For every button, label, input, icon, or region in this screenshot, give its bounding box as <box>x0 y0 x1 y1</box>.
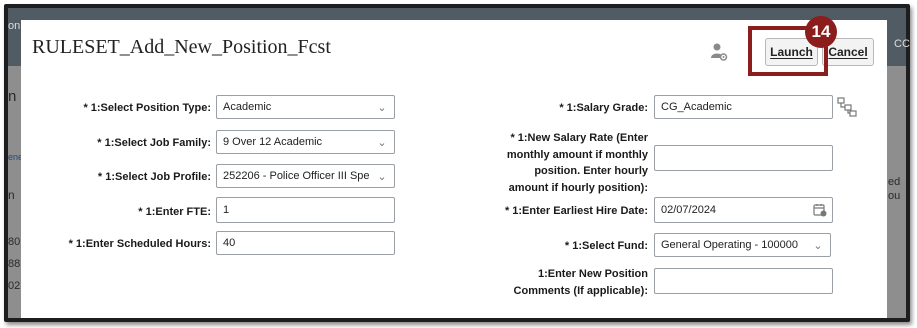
new-salary-rate-label-line: amount if hourly position): <box>508 181 648 194</box>
position-type-value: Academic <box>223 101 272 113</box>
position-comments-label-line: 1:Enter New Position <box>537 268 648 280</box>
position-type-label: * 1:Select Position Type: <box>83 102 211 114</box>
chevron-down-icon[interactable]: ⌄ <box>370 136 394 149</box>
earliest-hire-date-label: * 1:Enter Earliest Hire Date: <box>504 205 648 217</box>
scheduled-hours-value: 40 <box>223 237 236 249</box>
job-profile-label: * 1:Select Job Profile: <box>97 171 211 183</box>
scheduled-hours-label: * 1:Enter Scheduled Hours: <box>68 238 211 250</box>
job-family-select[interactable]: 9 Over 12 Academic ⌄ <box>216 130 395 154</box>
ruleset-dialog: RULESET_Add_New_Position_Fcst Launch Can… <box>21 16 887 318</box>
chevron-down-icon[interactable]: ⌄ <box>806 239 830 252</box>
calendar-icon[interactable] <box>808 203 832 217</box>
job-family-value: 9 Over 12 Academic <box>223 136 323 148</box>
position-comments-label: 1:Enter New Position Comments (If applic… <box>481 266 648 299</box>
job-family-label: * 1:Select Job Family: <box>97 137 211 149</box>
position-type-select[interactable]: Academic ⌄ <box>216 95 395 119</box>
new-salary-rate-input[interactable] <box>654 145 833 171</box>
fte-value: 1 <box>223 204 230 216</box>
bg-fragment: ou <box>888 190 901 202</box>
user-settings-icon[interactable] <box>710 42 728 62</box>
job-profile-value: 252206 - Police Officer III Spe <box>223 170 370 182</box>
bg-fragment: 02 <box>8 280 21 292</box>
bg-fragment: CC <box>894 38 910 50</box>
job-profile-select[interactable]: 252206 - Police Officer III Spe ⌄ <box>216 164 395 188</box>
background-left-strip: n ene n 80 88 02 <box>8 66 23 318</box>
fte-input[interactable]: 1 <box>216 197 395 223</box>
earliest-hire-date-value: 02/07/2024 <box>661 204 717 216</box>
scheduled-hours-input[interactable]: 40 <box>216 231 395 255</box>
new-salary-rate-label-line: position. Enter hourly <box>534 165 648 177</box>
new-salary-rate-label-line: monthly amount if monthly <box>506 148 648 161</box>
position-comments-label-line: Comments (If applicable): <box>513 284 648 297</box>
bg-fragment: n <box>8 88 17 105</box>
salary-grade-value: CG_Academic <box>661 101 732 113</box>
hierarchy-icon[interactable] <box>837 97 857 117</box>
background-right-strip: ed ou <box>887 66 906 318</box>
bg-fragment: on <box>8 20 21 32</box>
step-badge: 14 <box>805 16 837 48</box>
bg-fragment: 80 <box>8 236 21 248</box>
fund-label: * 1:Select Fund: <box>564 240 648 252</box>
fte-label: * 1:Enter FTE: <box>138 206 211 218</box>
fund-value: General Operating - 100000 <box>661 239 798 251</box>
chevron-down-icon[interactable]: ⌄ <box>370 101 394 114</box>
position-comments-input[interactable] <box>654 268 833 294</box>
dialog-title: RULESET_Add_New_Position_Fcst <box>32 36 331 58</box>
chevron-down-icon[interactable]: ⌄ <box>370 170 394 183</box>
new-salary-rate-label-line: * 1:New Salary Rate (Enter <box>510 132 648 144</box>
bg-fragment: ed <box>888 176 901 188</box>
salary-grade-label: * 1:Salary Grade: <box>559 102 648 114</box>
salary-grade-input[interactable]: CG_Academic <box>654 95 833 119</box>
earliest-hire-date-input[interactable]: 02/07/2024 <box>654 197 833 223</box>
bg-fragment: n <box>8 188 15 202</box>
bg-fragment: 88 <box>8 258 21 270</box>
new-salary-rate-label: * 1:New Salary Rate (Enter monthly amoun… <box>481 130 648 196</box>
fund-select[interactable]: General Operating - 100000 ⌄ <box>654 233 831 257</box>
